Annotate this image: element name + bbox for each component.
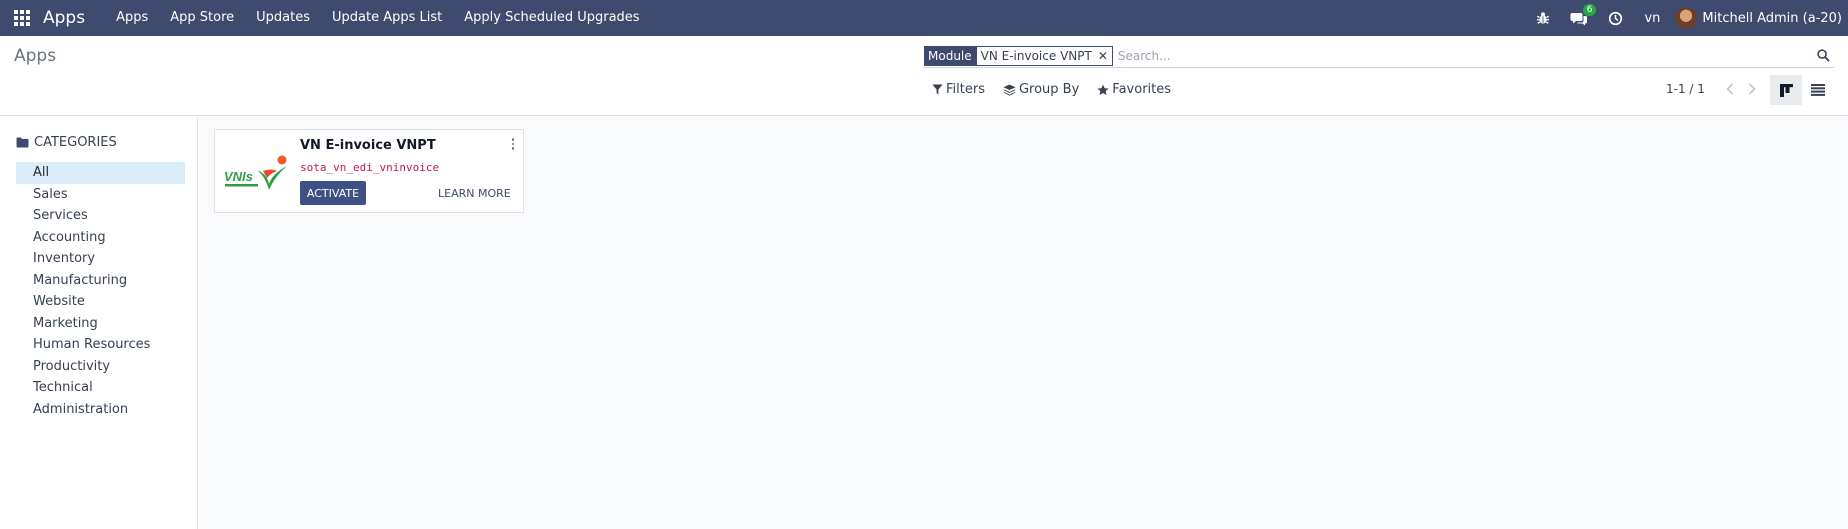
category-item-human-resources[interactable]: Human Resources <box>16 334 185 356</box>
list-view-icon[interactable] <box>1802 75 1834 105</box>
filters-button[interactable]: Filters <box>932 82 985 97</box>
language-switcher[interactable]: vn <box>1633 11 1671 26</box>
pager-value[interactable]: 1-1 / 1 <box>1666 82 1705 96</box>
layers-icon <box>1003 83 1016 96</box>
category-item-services[interactable]: Services <box>16 205 185 227</box>
menu-item-apply-scheduled-upgrades[interactable]: Apply Scheduled Upgrades <box>453 0 650 36</box>
group-by-label: Group By <box>1018 82 1080 97</box>
menu-item-updates[interactable]: Updates <box>245 0 321 36</box>
menu-item-update-apps-list[interactable]: Update Apps List <box>321 0 453 36</box>
user-name: Mitchell Admin (a-20) <box>1702 10 1842 26</box>
activate-button[interactable]: ACTIVATE <box>300 181 366 205</box>
categories-title: CATEGORIES <box>34 135 117 150</box>
navbar-brand[interactable]: Apps <box>43 8 85 28</box>
category-list: All Sales Services Accounting Inventory … <box>16 162 185 420</box>
folder-icon <box>16 137 29 148</box>
category-item-technical[interactable]: Technical <box>16 377 185 399</box>
kanban-area: VNIs VN E-invoice VNPT sota_vn_edi_vninv… <box>199 117 1848 529</box>
category-item-marketing[interactable]: Marketing <box>16 313 185 335</box>
app-grid-icon[interactable] <box>0 0 44 36</box>
facet-label: Module <box>924 45 976 66</box>
main-navbar: Apps Apps App Store Updates Update Apps … <box>0 0 1848 36</box>
kanban-view-icon[interactable] <box>1770 75 1802 105</box>
category-item-inventory[interactable]: Inventory <box>16 248 185 270</box>
facet-value-box: VN E-invoice VNPT ✕ <box>975 45 1113 66</box>
category-item-administration[interactable]: Administration <box>16 399 185 421</box>
category-item-sales[interactable]: Sales <box>16 184 185 206</box>
navbar-menu: Apps App Store Updates Update Apps List … <box>105 0 650 36</box>
menu-item-apps[interactable]: Apps <box>105 0 159 36</box>
pager-next-icon[interactable] <box>1741 83 1763 95</box>
avatar <box>1675 7 1698 29</box>
view-switcher <box>1770 75 1834 105</box>
messages-badge: 6 <box>1582 4 1597 16</box>
learn-more-link[interactable]: LEARN MORE <box>438 187 511 200</box>
menu-item-app-store[interactable]: App Store <box>159 0 245 36</box>
pager: 1-1 / 1 <box>1666 82 1763 96</box>
control-panel: Apps Module VN E-invoice VNPT ✕ Filters … <box>0 36 1848 116</box>
app-name: VN E-invoice VNPT <box>300 138 436 153</box>
user-menu[interactable]: Mitchell Admin (a-20) <box>1671 7 1848 29</box>
categories-header: CATEGORIES <box>16 135 117 150</box>
app-card[interactable]: VNIs VN E-invoice VNPT sota_vn_edi_vninv… <box>214 129 524 213</box>
app-logo: VNIs <box>224 155 287 190</box>
search-icon[interactable] <box>1812 45 1834 67</box>
filter-icon <box>932 84 943 95</box>
filters-label: Filters <box>946 82 985 97</box>
favorites-label: Favorites <box>1112 82 1172 97</box>
chat-icon[interactable]: 6 <box>1560 0 1598 36</box>
categories-sidebar: CATEGORIES All Sales Services Accounting… <box>0 117 198 529</box>
app-technical-name: sota_vn_edi_vninvoice <box>300 161 440 174</box>
search-bar: Module VN E-invoice VNPT ✕ <box>924 44 1834 68</box>
category-item-productivity[interactable]: Productivity <box>16 356 185 378</box>
star-icon <box>1097 84 1109 95</box>
search-input[interactable] <box>1115 45 1812 66</box>
group-by-button[interactable]: Group By <box>1003 82 1079 97</box>
category-item-manufacturing[interactable]: Manufacturing <box>16 270 185 292</box>
page-title: Apps <box>14 46 57 66</box>
pager-previous-icon[interactable] <box>1719 83 1741 95</box>
facet-remove-icon[interactable]: ✕ <box>1098 49 1108 63</box>
search-facet: Module VN E-invoice VNPT ✕ <box>924 45 1113 66</box>
svg-text:VNIs: VNIs <box>224 169 253 184</box>
card-menu-icon[interactable] <box>507 136 519 152</box>
category-item-accounting[interactable]: Accounting <box>16 227 185 249</box>
bug-icon[interactable] <box>1526 0 1560 36</box>
category-item-all[interactable]: All <box>16 162 185 184</box>
favorites-button[interactable]: Favorites <box>1097 82 1171 97</box>
facet-value: VN E-invoice VNPT <box>980 48 1092 63</box>
navbar-systray: 6 vn Mitchell Admin (a-20) <box>1526 0 1848 36</box>
filter-bar: Filters Group By Favorites <box>932 82 1189 97</box>
category-item-website[interactable]: Website <box>16 291 185 313</box>
clock-icon[interactable] <box>1598 0 1633 36</box>
